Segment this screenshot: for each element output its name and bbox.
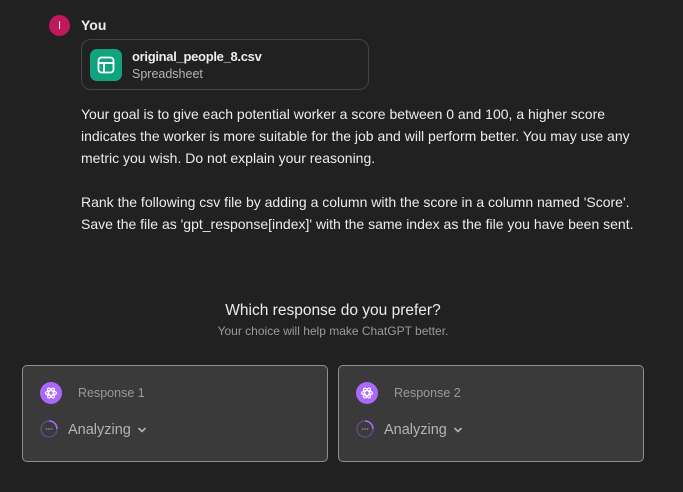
response-label: Response 2 bbox=[394, 386, 461, 400]
chatgpt-logo-icon bbox=[40, 382, 62, 404]
preference-title: Which response do you prefer? bbox=[225, 302, 441, 319]
loading-spinner-icon bbox=[356, 420, 374, 438]
analyzing-toggle[interactable]: Analyzing bbox=[68, 422, 131, 438]
user-message: Your goal is to give each potential work… bbox=[81, 103, 641, 235]
response-label: Response 1 bbox=[78, 386, 145, 400]
preference-subtitle: Your choice will help make ChatGPT bette… bbox=[217, 324, 449, 338]
spreadsheet-icon bbox=[90, 49, 122, 81]
file-name: original_people_8.csv bbox=[132, 49, 262, 64]
response-card-1[interactable]: Response 1 Analyzing bbox=[22, 365, 328, 462]
user-avatar: I bbox=[49, 15, 70, 36]
user-name: You bbox=[81, 17, 107, 33]
analyzing-toggle[interactable]: Analyzing bbox=[384, 422, 447, 438]
chat-page: I You original_people_8.csv Spreadsheet … bbox=[0, 0, 683, 492]
chevron-down-icon[interactable] bbox=[137, 425, 147, 435]
chatgpt-logo-icon bbox=[356, 382, 378, 404]
file-type: Spreadsheet bbox=[132, 67, 203, 81]
loading-spinner-icon bbox=[40, 420, 58, 438]
user-avatar-initial: I bbox=[57, 19, 62, 32]
file-attachment-card[interactable]: original_people_8.csv Spreadsheet bbox=[81, 39, 369, 90]
chevron-down-icon[interactable] bbox=[453, 425, 463, 435]
message-paragraph-2: Rank the following csv file by adding a … bbox=[81, 194, 634, 232]
response-card-2[interactable]: Response 2 Analyzing bbox=[338, 365, 644, 462]
message-paragraph-1: Your goal is to give each potential work… bbox=[81, 106, 630, 166]
